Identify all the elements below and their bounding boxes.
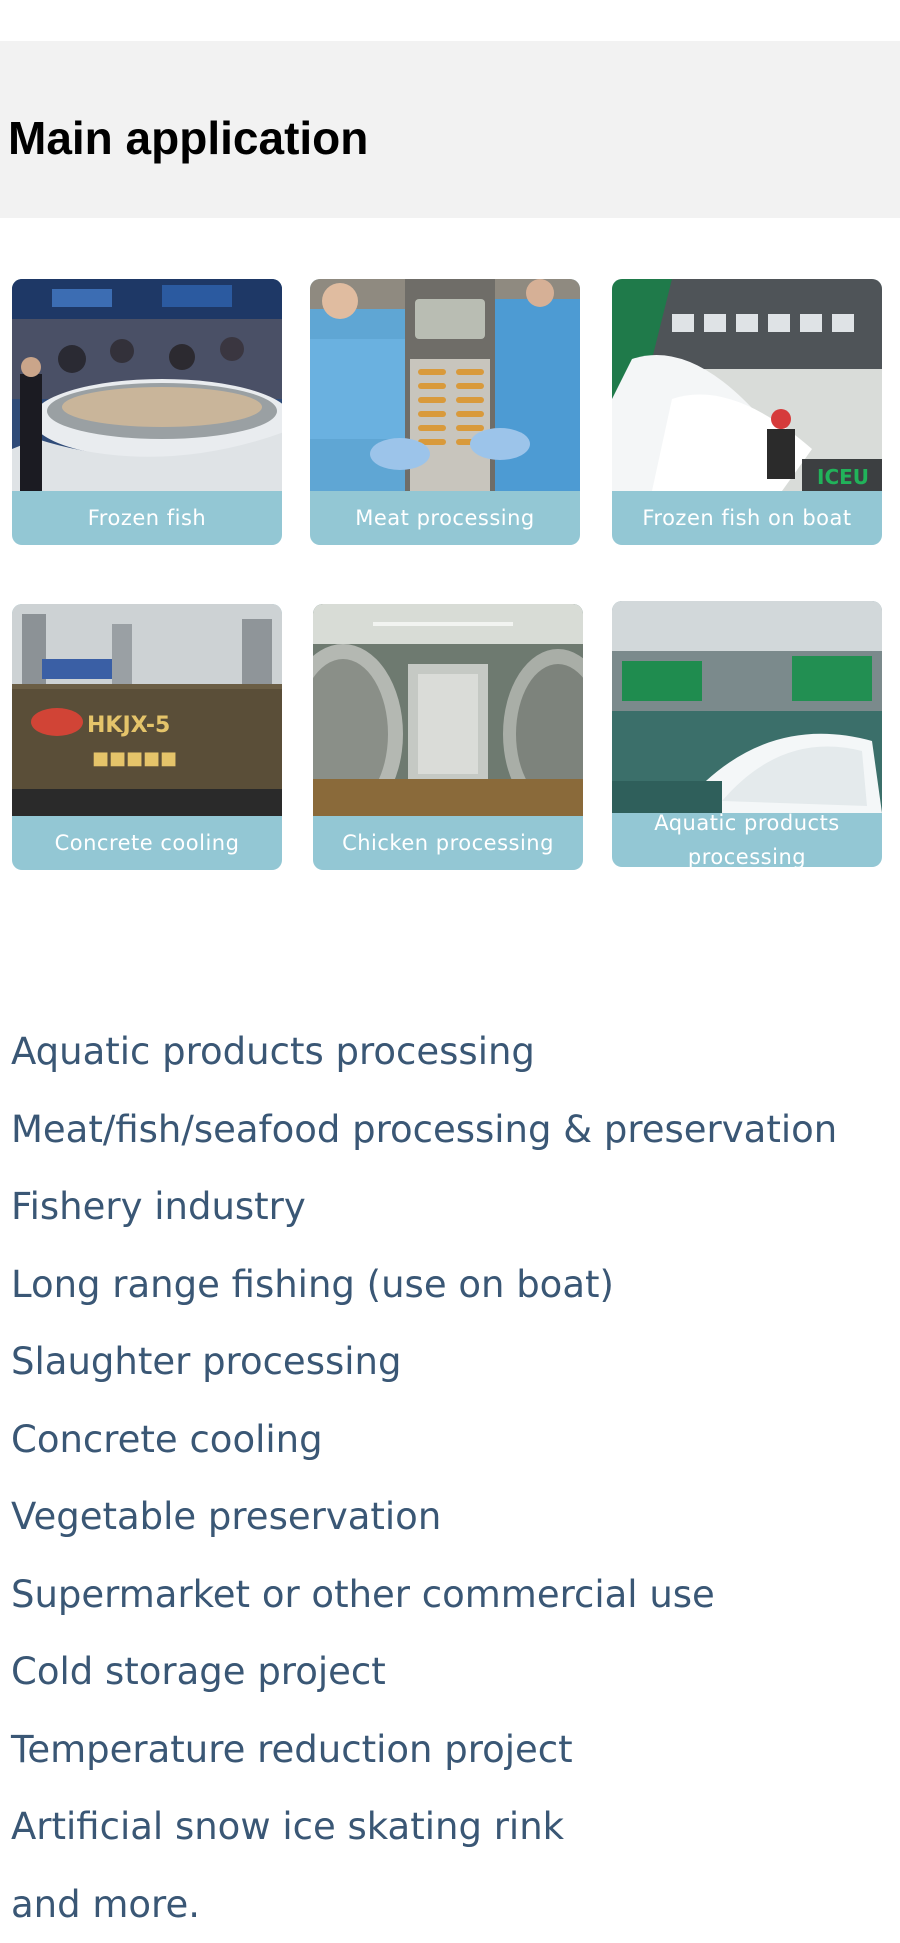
list-item: Long range fishing (use on boat) xyxy=(11,1246,837,1324)
ice-pile-factory-photo xyxy=(612,601,882,813)
card-aquatic-products-processing[interactable]: Aquatic products processing xyxy=(612,601,882,867)
card-meat-processing[interactable]: Meat processing xyxy=(310,279,580,545)
list-item: Concrete cooling xyxy=(11,1401,837,1479)
card-chicken-processing[interactable]: Chicken processing xyxy=(313,604,583,870)
card-concrete-cooling[interactable]: HKJX-5 ■■■■■ Concrete cooling xyxy=(12,604,282,870)
list-item: and more. xyxy=(11,1866,837,1943)
cold-room-tunnel-photo xyxy=(313,604,583,816)
card-frozen-fish-on-boat[interactable]: ICEU Frozen fish on boat xyxy=(612,279,882,545)
card-label: Frozen fish on boat xyxy=(612,491,882,545)
construction-site-sign-photo: HKJX-5 ■■■■■ xyxy=(12,604,282,816)
list-item: Aquatic products processing xyxy=(11,1013,837,1091)
applications-list: Aquatic products processing Meat/fish/se… xyxy=(11,1013,837,1943)
meat-processing-line-photo xyxy=(310,279,580,491)
page-title: Main application xyxy=(8,110,368,166)
card-label: Aquatic products processing xyxy=(612,813,882,867)
list-item: Vegetable preservation xyxy=(11,1478,837,1556)
card-label: Concrete cooling xyxy=(12,816,282,870)
fish-market-counter-photo xyxy=(12,279,282,491)
list-item: Fishery industry xyxy=(11,1168,837,1246)
list-item: Temperature reduction project xyxy=(11,1711,837,1789)
fishing-boat-ice-photo: ICEU xyxy=(612,279,882,491)
list-item: Supermarket or other commercial use xyxy=(11,1556,837,1634)
card-label: Meat processing xyxy=(310,491,580,545)
svg-text:ICEU: ICEU xyxy=(817,465,869,489)
list-item: Meat/fish/seafood processing & preservat… xyxy=(11,1091,837,1169)
card-label: Chicken processing xyxy=(313,816,583,870)
svg-text:■■■■■: ■■■■■ xyxy=(92,748,177,769)
list-item: Artificial snow ice skating rink xyxy=(11,1788,837,1866)
list-item: Slaughter processing xyxy=(11,1323,837,1401)
svg-text:HKJX-5: HKJX-5 xyxy=(87,713,170,738)
card-frozen-fish[interactable]: Frozen fish xyxy=(12,279,282,545)
card-label: Frozen fish xyxy=(12,491,282,545)
list-item: Cold storage project xyxy=(11,1633,837,1711)
